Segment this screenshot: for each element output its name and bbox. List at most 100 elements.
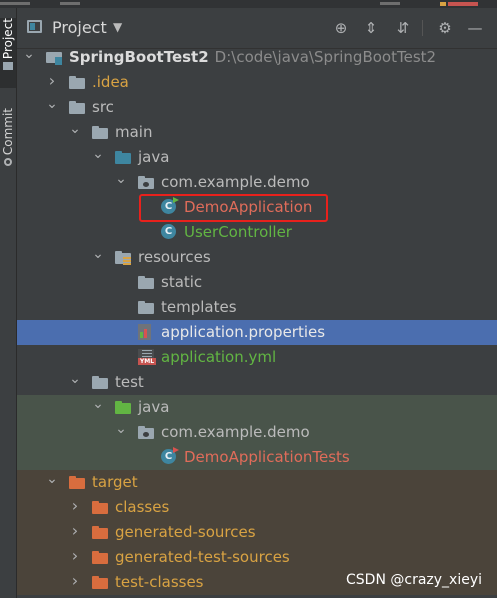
tool-window-strip: Project Commit: [0, 8, 17, 598]
tree-row[interactable]: application.properties: [17, 320, 497, 345]
tree-row[interactable]: templates: [17, 295, 497, 320]
tree-item-label: templates: [161, 298, 237, 316]
toolbar-divider: [422, 20, 423, 36]
folder-icon: [69, 99, 85, 115]
chevron-down-icon[interactable]: ⌄: [92, 397, 104, 414]
source-folder-icon: [115, 149, 131, 165]
commit-tool-tab[interactable]: Commit: [0, 108, 16, 186]
tree-item-label: application.properties: [161, 323, 326, 341]
tree-row[interactable]: ⌄ com.example.demo: [17, 170, 497, 195]
class-icon: C: [161, 224, 176, 239]
locate-icon[interactable]: ⊕: [330, 17, 352, 39]
tree-item-label: .idea: [92, 73, 129, 91]
chevron-down-icon[interactable]: ⌄: [92, 147, 104, 164]
panel-title[interactable]: Project: [52, 18, 107, 37]
tree-row[interactable]: ⌄ test: [17, 370, 497, 395]
yml-file-icon: YML: [138, 349, 156, 365]
chevron-down-icon[interactable]: ⌄: [92, 247, 104, 264]
package-icon: [138, 424, 154, 440]
tree-item-label: test-classes: [115, 573, 204, 591]
tree-item-label: java: [138, 148, 170, 166]
chevron-right-icon[interactable]: ›: [69, 548, 81, 564]
tree-item-label: DemoApplication: [184, 198, 313, 216]
settings-icon[interactable]: ⚙: [434, 17, 456, 39]
folder-icon: [138, 274, 154, 290]
tree-row[interactable]: › classes: [17, 495, 497, 520]
tree-item-label: target: [92, 473, 138, 491]
project-panel-header: Project ▼ ⊕ ⇕ ⇵ ⚙ —: [17, 8, 497, 49]
tree-row[interactable]: static: [17, 270, 497, 295]
chevron-right-icon[interactable]: ›: [46, 73, 58, 89]
excluded-folder-icon: [69, 474, 85, 490]
folder-icon: [92, 374, 108, 390]
tree-row[interactable]: › .idea: [17, 70, 497, 95]
folder-icon: [69, 74, 85, 90]
tree-item-label: java: [138, 398, 170, 416]
project-tool-tab[interactable]: Project: [0, 18, 16, 88]
tree-item-label: test: [115, 373, 144, 391]
project-path: D:\code\java\SpringBootTest2: [214, 48, 437, 66]
tree-row[interactable]: ⌄ resources: [17, 245, 497, 270]
tree-row[interactable]: C UserController: [17, 220, 497, 245]
test-class-icon: C: [161, 447, 179, 464]
chevron-down-icon[interactable]: ⌄: [69, 122, 81, 139]
tree-item-label: SpringBootTest2 D:\code\java\SpringBootTe…: [69, 48, 437, 66]
tree-row[interactable]: C DemoApplicationTests: [17, 445, 497, 470]
tree-row[interactable]: ⌄ java: [17, 145, 497, 170]
tree-item-label: UserController: [184, 223, 292, 241]
tree-row[interactable]: ⌄ com.example.demo: [17, 420, 497, 445]
tree-row[interactable]: ⌄ src: [17, 95, 497, 120]
excluded-folder-icon: [92, 574, 108, 590]
properties-file-icon: [138, 324, 151, 340]
folder-icon: [92, 124, 108, 140]
chevron-right-icon[interactable]: ›: [69, 573, 81, 589]
package-icon: [138, 174, 154, 190]
tree-row[interactable]: ⌄ java: [17, 395, 497, 420]
tree-item-label: src: [92, 98, 114, 116]
excluded-folder-icon: [92, 499, 108, 515]
tree-item-label: DemoApplicationTests: [184, 448, 350, 466]
tree-item-label: com.example.demo: [161, 173, 310, 191]
tree-row[interactable]: › generated-sources: [17, 520, 497, 545]
tree-row[interactable]: ⌄ target: [17, 470, 497, 495]
folder-icon: [3, 62, 13, 71]
test-folder-icon: [115, 399, 131, 415]
collapse-all-icon[interactable]: ⇵: [392, 17, 414, 39]
excluded-folder-icon: [92, 524, 108, 540]
project-tab-label: Project: [1, 18, 15, 60]
folder-icon: [138, 299, 154, 315]
chevron-down-icon[interactable]: ⌄: [46, 97, 58, 114]
module-icon: [46, 49, 62, 65]
tree-item-label: static: [161, 273, 203, 291]
tree-item-label: generated-test-sources: [115, 548, 290, 566]
tree-item-label: classes: [115, 498, 170, 516]
expand-all-icon[interactable]: ⇕: [360, 17, 382, 39]
hide-icon[interactable]: —: [464, 17, 486, 39]
tree-row[interactable]: › generated-test-sources: [17, 545, 497, 570]
excluded-folder-icon: [92, 549, 108, 565]
tree-row[interactable]: ⌄ main: [17, 120, 497, 145]
chevron-down-icon[interactable]: ⌄: [23, 47, 35, 64]
chevron-right-icon[interactable]: ›: [69, 523, 81, 539]
tree-row[interactable]: YML application.yml: [17, 345, 497, 370]
chevron-down-icon[interactable]: ⌄: [115, 422, 127, 439]
tree-item-label: com.example.demo: [161, 423, 310, 441]
chevron-right-icon[interactable]: ›: [69, 498, 81, 514]
scrollbar[interactable]: [489, 45, 497, 598]
runnable-class-icon: C: [161, 197, 179, 214]
chevron-down-icon[interactable]: ⌄: [115, 172, 127, 189]
chevron-down-icon[interactable]: ▼: [113, 20, 122, 34]
resources-folder-icon: [115, 249, 131, 265]
tree-item-label: main: [115, 123, 153, 141]
commit-tab-label: Commit: [1, 108, 15, 156]
project-tree[interactable]: ⌄ SpringBootTest2 D:\code\java\SpringBootT…: [17, 45, 497, 598]
watermark: CSDN @crazy_xieyi: [346, 572, 482, 588]
tree-item-label: resources: [138, 248, 211, 266]
chevron-down-icon[interactable]: ⌄: [69, 372, 81, 389]
tree-row[interactable]: ⌄ SpringBootTest2 D:\code\java\SpringBootT…: [17, 45, 497, 70]
window-title-strip: [0, 0, 497, 8]
tree-item-label: generated-sources: [115, 523, 256, 541]
commit-icon: [4, 158, 12, 167]
chevron-down-icon[interactable]: ⌄: [46, 472, 58, 489]
tree-row[interactable]: C DemoApplication: [17, 195, 497, 220]
